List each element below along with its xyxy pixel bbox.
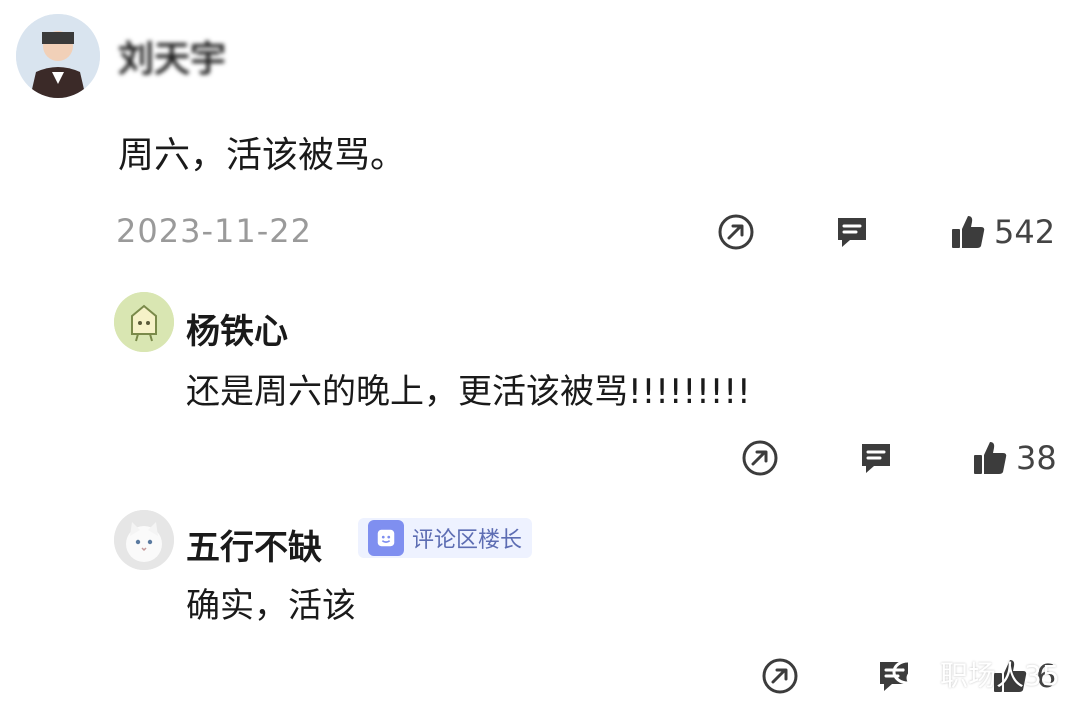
comment-icon[interactable] xyxy=(856,438,896,478)
watermark-text: 职场人35 xyxy=(940,659,1060,692)
reply2-username[interactable]: 五行不缺 xyxy=(186,520,322,569)
badge-label: 评论区楼长 xyxy=(412,528,523,553)
share-icon[interactable] xyxy=(740,438,780,478)
share-icon[interactable] xyxy=(716,212,756,252)
reply2-user-avatar[interactable] xyxy=(114,510,174,570)
share-icon[interactable] xyxy=(760,656,800,696)
community-badge: 评论区楼长 xyxy=(358,518,533,558)
main-user-avatar[interactable] xyxy=(16,14,100,98)
thumbs-up-icon[interactable] xyxy=(970,438,1010,478)
reply1-username[interactable]: 杨铁心 xyxy=(186,304,288,353)
reply1-text: 还是周六的晚上，更活该被骂!!!!!!!!! xyxy=(186,372,751,412)
main-comment-text: 周六，活该被骂。 xyxy=(118,135,407,176)
thumbs-up-icon[interactable] xyxy=(948,212,988,252)
reply1-like-count: 38 xyxy=(1016,439,1057,477)
badge-icon xyxy=(368,520,404,556)
reply2-text: 确实，活该 xyxy=(186,586,356,626)
comment-icon[interactable] xyxy=(832,212,872,252)
reply1-user-avatar[interactable] xyxy=(114,292,174,352)
wechat-icon xyxy=(892,659,932,688)
main-comment-date: 2023-11-22 xyxy=(116,212,312,250)
main-username[interactable]: 刘天宇 xyxy=(118,30,226,82)
main-like-count: 542 xyxy=(994,213,1056,251)
watermark: 职场人35 xyxy=(892,654,1060,694)
